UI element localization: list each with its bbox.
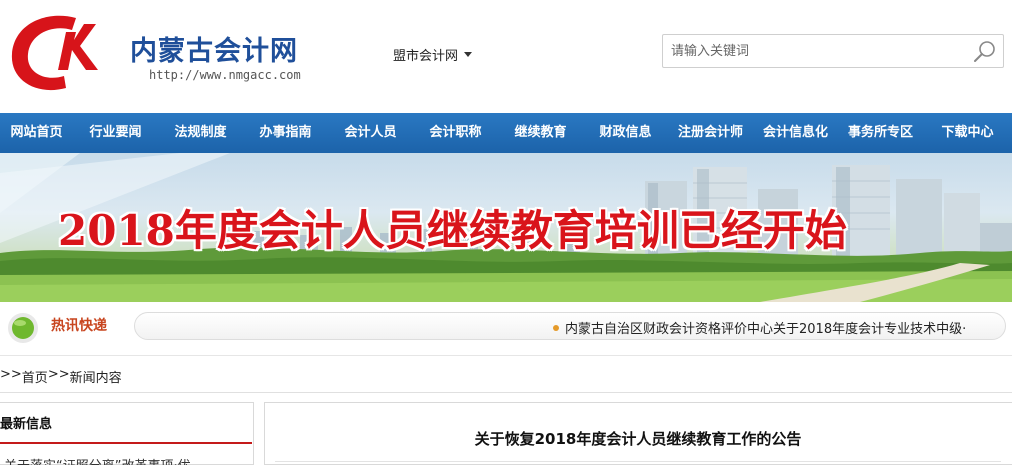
caret-down-icon [464, 52, 473, 57]
banner[interactable]: 2018年度会计人员继续教育培训已经开始 [0, 153, 1012, 302]
breadcrumb-separator: >> [47, 367, 70, 382]
nav-item-regulations[interactable]: 法规制度 [158, 113, 243, 153]
site-logo-icon[interactable] [6, 10, 102, 94]
ticker-bar: 内蒙古自治区财政会计资格评价中心关于2018年度会计专业技术中级· [134, 312, 1006, 340]
search-input[interactable] [663, 35, 963, 67]
divider [0, 355, 1012, 356]
nav-item-service-guide[interactable]: 办事指南 [243, 113, 328, 153]
divider [0, 442, 252, 444]
city-site-dropdown-label: 盟市会计网 [393, 49, 459, 64]
latest-news-item[interactable]: 关于落实“证照分离”改革事项·优... [4, 455, 203, 465]
breadcrumb-current: 新闻内容 [69, 371, 122, 386]
divider [275, 461, 1001, 462]
banner-headline: 2018年度会计人员继续教育培训已经开始 [58, 206, 847, 255]
breadcrumb: >> 首页 >> 新闻内容 [0, 367, 122, 386]
ticker-bullet-icon [8, 313, 38, 343]
dot-icon [553, 324, 559, 331]
latest-news-panel: 最新信息 关于落实“证照分离”改革事项·优... [0, 402, 254, 465]
nav-item-industry-news[interactable]: 行业要闻 [73, 113, 158, 153]
site-name[interactable]: 内蒙古会计网 [130, 29, 298, 68]
nav-item-downloads[interactable]: 下载中心 [923, 113, 1012, 153]
nav-item-cpa[interactable]: 注册会计师 [668, 113, 753, 153]
main-nav: 网站首页 行业要闻 法规制度 办事指南 会计人员 会计职称 继续教育 财政信息 … [0, 113, 1012, 153]
ticker-label: 热讯快递 [51, 318, 107, 334]
breadcrumb-prefix: >> [0, 367, 22, 382]
ticker-news-text: 内蒙古自治区财政会计资格评价中心关于2018年度会计专业技术中级· [565, 322, 967, 337]
search-icon[interactable] [971, 38, 999, 66]
article-title: 关于恢复2018年度会计人员继续教育工作的公告 [474, 430, 802, 448]
city-site-dropdown[interactable]: 盟市会计网 [393, 45, 473, 64]
nav-item-home[interactable]: 网站首页 [0, 113, 73, 153]
nav-item-firms[interactable]: 事务所专区 [838, 113, 923, 153]
site-header: 内蒙古会计网 http://www.nmgacc.com 盟市会计网 [0, 0, 1012, 113]
site-url: http://www.nmgacc.com [149, 68, 301, 82]
ticker-news-link[interactable]: 内蒙古自治区财政会计资格评价中心关于2018年度会计专业技术中级· [553, 318, 966, 337]
search-box [662, 34, 1004, 68]
divider [0, 392, 1012, 393]
nav-item-titles[interactable]: 会计职称 [413, 113, 498, 153]
nav-item-accountants[interactable]: 会计人员 [328, 113, 413, 153]
latest-news-title: 最新信息 [0, 417, 53, 432]
nav-item-informatization[interactable]: 会计信息化 [753, 113, 838, 153]
nav-item-continuing-education[interactable]: 继续教育 [498, 113, 583, 153]
breadcrumb-home-link[interactable]: 首页 [22, 367, 48, 386]
nav-item-finance-info[interactable]: 财政信息 [583, 113, 668, 153]
article-panel: 关于恢复2018年度会计人员继续教育工作的公告 [264, 402, 1012, 465]
